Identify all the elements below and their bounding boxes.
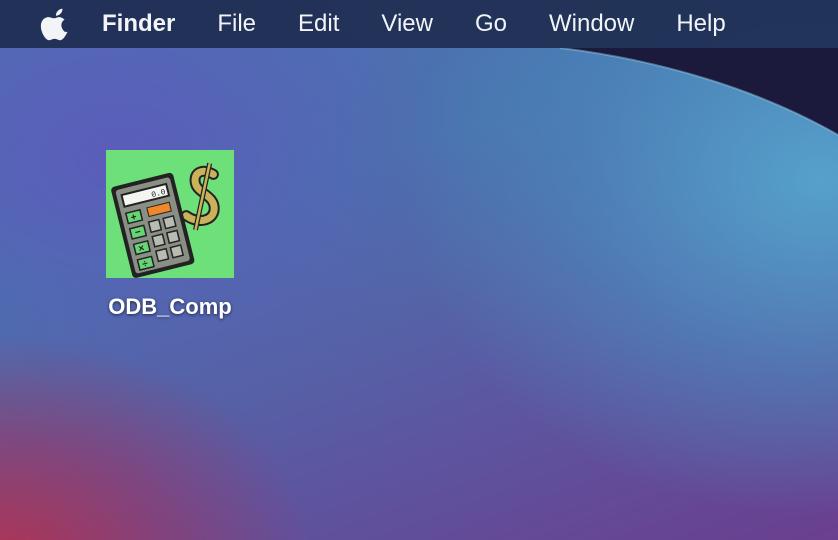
- menu-help[interactable]: Help: [676, 10, 725, 38]
- menu-finder[interactable]: Finder: [102, 10, 175, 38]
- menu-file[interactable]: File: [217, 10, 256, 38]
- menu-go[interactable]: Go: [475, 10, 507, 38]
- calculator-dollar-icon[interactable]: 0.0 + − × ÷: [106, 150, 234, 278]
- menu-edit[interactable]: Edit: [298, 10, 339, 38]
- apple-icon[interactable]: [40, 7, 74, 41]
- desktop-icon-label[interactable]: ODB_Comp: [100, 294, 240, 320]
- desktop-icon-odb-comp[interactable]: 0.0 + − × ÷ ODB_Comp: [100, 150, 240, 320]
- menu-window[interactable]: Window: [549, 10, 634, 38]
- menu-view[interactable]: View: [381, 10, 433, 38]
- menu-bar: Finder File Edit View Go Window Help: [0, 0, 838, 48]
- desktop[interactable]: Finder File Edit View Go Window Help 0.0…: [0, 0, 838, 540]
